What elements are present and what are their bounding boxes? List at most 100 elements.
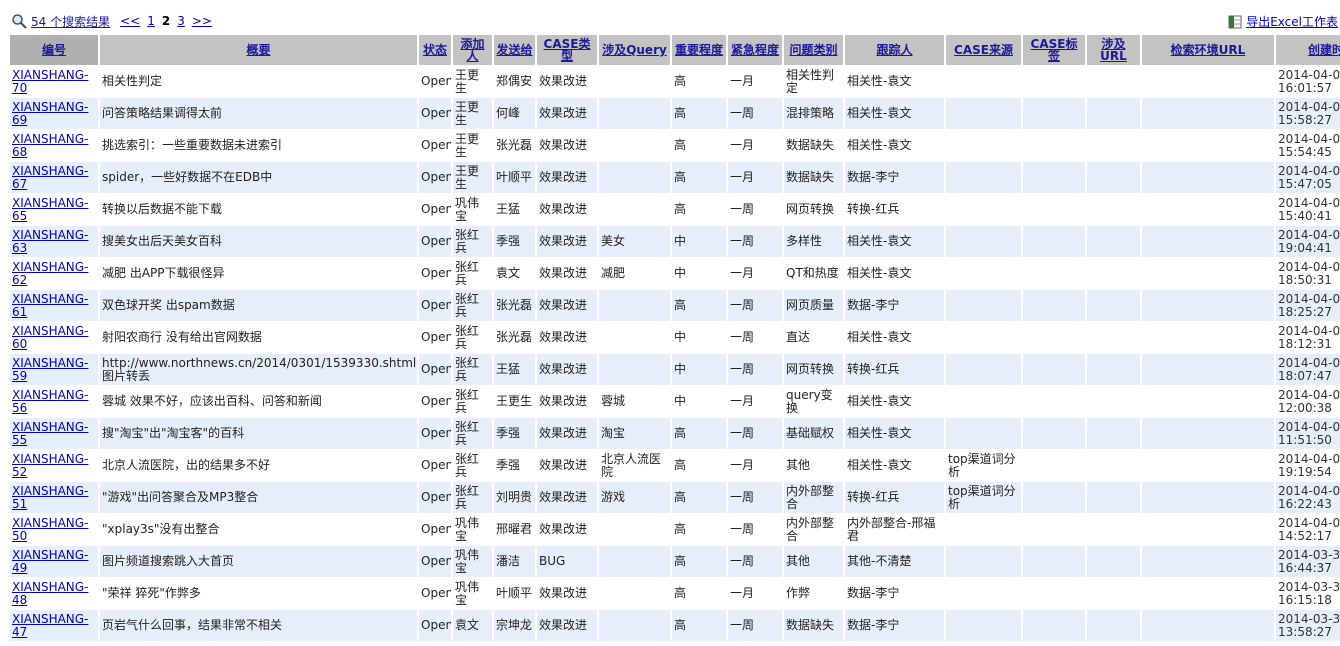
cell-tracker: 相关性-袁文	[844, 129, 946, 162]
result-count-link[interactable]: 54 个搜索结果	[31, 13, 110, 30]
next-page-link[interactable]: >>	[192, 14, 212, 28]
cell-adder: 张红兵	[452, 257, 494, 290]
col-header-summary[interactable]: 概要	[99, 35, 419, 66]
col-header-created[interactable]: 创建时间	[1275, 35, 1340, 66]
col-header-status[interactable]: 状态	[418, 35, 453, 66]
cell-case-type: 效果改进	[536, 161, 599, 194]
current-page: 2	[161, 14, 171, 28]
case-id-link[interactable]: XIANSHANG-60	[12, 324, 88, 351]
page-link-1[interactable]: 1	[147, 14, 155, 28]
cell-category: 相关性判定	[783, 65, 845, 98]
col-header-assignee[interactable]: 发送给	[493, 35, 537, 66]
case-id-link[interactable]: XIANSHANG-52	[12, 452, 88, 479]
cell-case-source: top渠道词分析	[945, 449, 1023, 482]
cell-urgency: 一周	[727, 353, 784, 386]
cell-tracker: 相关性-袁文	[844, 321, 946, 354]
case-id-link[interactable]: XIANSHANG-68	[12, 132, 88, 159]
cell-summary: 问答策略结果调得太前	[99, 97, 419, 130]
prev-page-link[interactable]: <<	[120, 14, 140, 28]
cell-assignee: 张光磊	[493, 129, 537, 162]
magnifier-icon	[12, 14, 27, 29]
cell-category: 数据缺失	[783, 129, 845, 162]
cell-case-source	[945, 545, 1023, 578]
cell-assignee: 季强	[493, 449, 537, 482]
case-id-link[interactable]: XIANSHANG-61	[12, 292, 88, 319]
case-id-link[interactable]: XIANSHANG-50	[12, 516, 88, 543]
case-id-link[interactable]: XIANSHANG-67	[12, 164, 88, 191]
case-id-link[interactable]: XIANSHANG-65	[12, 196, 88, 223]
col-header-category[interactable]: 问题类别	[783, 35, 845, 66]
cell-status: Open	[418, 385, 453, 418]
cell-adder: 张红兵	[452, 449, 494, 482]
case-id-link[interactable]: XIANSHANG-47	[12, 612, 88, 639]
cell-category: 多样性	[783, 225, 845, 258]
col-header-adder[interactable]: 添加人	[452, 35, 494, 66]
cell-created: 2014-03-31 16:44:37	[1275, 545, 1340, 578]
cell-query	[598, 321, 672, 354]
cell-importance: 高	[671, 417, 728, 450]
cell-case-tag	[1022, 289, 1087, 322]
page-link-3[interactable]: 3	[177, 14, 185, 28]
cell-adder: 巩伟宝	[452, 545, 494, 578]
results-table: 编号 概要 状态 添加人 发送给 CASE类型 涉及Query 重要程度 紧急程…	[10, 35, 1340, 642]
case-id-link[interactable]: XIANSHANG-69	[12, 100, 88, 127]
col-header-importance[interactable]: 重要程度	[671, 35, 728, 66]
col-header-url[interactable]: 涉及URL	[1086, 35, 1142, 66]
col-header-case-source[interactable]: CASE来源	[945, 35, 1023, 66]
table-row: XIANSHANG-63 搜美女出后天美女百科 Open 张红兵 季强 效果改进 美女中一周…	[10, 225, 1340, 258]
cell-category: 内外部整合	[783, 481, 845, 514]
cell-importance: 高	[671, 513, 728, 546]
case-id-link[interactable]: XIANSHANG-55	[12, 420, 88, 447]
cell-case-source	[945, 257, 1023, 290]
col-header-case-type[interactable]: CASE类型	[536, 35, 599, 66]
case-id-link[interactable]: XIANSHANG-48	[12, 580, 88, 607]
cell-tracker: 内外部整合-邢福君	[844, 513, 946, 546]
cell-summary: spider，一些好数据不在EDB中	[99, 161, 419, 194]
cell-created: 2014-04-08 15:40:41	[1275, 193, 1340, 226]
cell-query	[598, 353, 672, 386]
case-id-link[interactable]: XIANSHANG-56	[12, 388, 88, 415]
cell-created: 2014-03-31 16:15:18	[1275, 577, 1340, 610]
cell-status: Open	[418, 449, 453, 482]
cell-summary: 双色球开奖 出spam数据	[99, 289, 419, 322]
case-id-link[interactable]: XIANSHANG-59	[12, 356, 88, 383]
cell-case-source	[945, 609, 1023, 642]
case-id-link[interactable]: XIANSHANG-70	[12, 68, 88, 95]
cell-case-tag	[1022, 65, 1087, 98]
col-header-tracker[interactable]: 跟踪人	[844, 35, 946, 66]
cell-category: 数据缺失	[783, 161, 845, 194]
col-header-env-url[interactable]: 检索环境URL	[1141, 35, 1276, 66]
cell-urgency: 一月	[727, 449, 784, 482]
case-id-link[interactable]: XIANSHANG-49	[12, 548, 88, 575]
col-header-query[interactable]: 涉及Query	[598, 35, 672, 66]
cell-urgency: 一周	[727, 545, 784, 578]
cell-importance: 高	[671, 449, 728, 482]
cell-case-type: BUG	[536, 545, 599, 578]
case-id-link[interactable]: XIANSHANG-63	[12, 228, 88, 255]
cell-status: Open	[418, 225, 453, 258]
table-row: XIANSHANG-50 "xplay3s"没有出整合 Open 巩伟宝 邢曜君 效果改进…	[10, 513, 1340, 546]
cell-case-tag	[1022, 161, 1087, 194]
cell-urgency: 一周	[727, 225, 784, 258]
cell-importance: 高	[671, 289, 728, 322]
cell-env-url	[1141, 193, 1276, 226]
cell-url	[1086, 97, 1142, 130]
cell-query: 淘宝	[598, 417, 672, 450]
case-id-link[interactable]: XIANSHANG-51	[12, 484, 88, 511]
cell-case-tag	[1022, 545, 1087, 578]
case-id-link[interactable]: XIANSHANG-62	[12, 260, 88, 287]
col-header-urgency[interactable]: 紧急程度	[727, 35, 784, 66]
export-excel-link[interactable]: 导出Excel工作表	[1246, 13, 1338, 30]
col-header-id[interactable]: 编号	[10, 35, 100, 66]
cell-query	[598, 289, 672, 322]
cell-case-type: 效果改进	[536, 513, 599, 546]
export-area: 导出Excel工作表	[1228, 13, 1338, 30]
col-header-case-tag[interactable]: CASE标签	[1022, 35, 1087, 66]
cell-category: 内外部整合	[783, 513, 845, 546]
table-row: XIANSHANG-67 spider，一些好数据不在EDB中 Open 王更生 叶顺平…	[10, 161, 1340, 194]
cell-adder: 王更生	[452, 161, 494, 194]
cell-env-url	[1141, 609, 1276, 642]
cell-case-source	[945, 321, 1023, 354]
cell-id: XIANSHANG-61	[10, 289, 100, 322]
cell-category: 网页转换	[783, 193, 845, 226]
